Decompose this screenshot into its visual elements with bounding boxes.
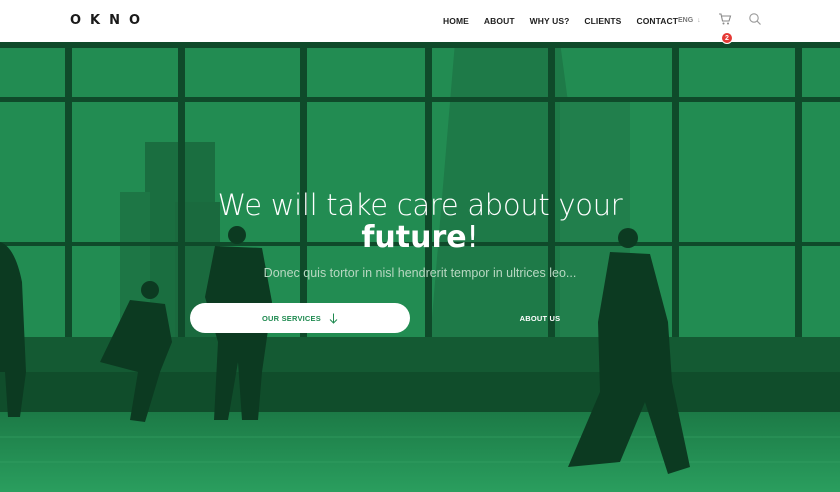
our-services-label: OUR SERVICES	[262, 313, 321, 323]
cart-icon[interactable]	[718, 12, 734, 28]
nav-about[interactable]: ABOUT	[484, 16, 515, 26]
nav-clients[interactable]: CLIENTS	[584, 16, 621, 26]
hero-headline-bold: future	[361, 220, 467, 255]
nav-why-us[interactable]: WHY US?	[530, 16, 570, 26]
language-label: ENG	[678, 17, 694, 24]
hero-subtitle: Donec quis tortor in nisl hendrerit temp…	[263, 266, 577, 280]
chevron-down-icon: ↓	[697, 17, 701, 24]
about-us-label: ABOUT US	[519, 313, 561, 323]
main-nav: HOME ABOUT WHY US? CLIENTS CONTACT	[443, 16, 693, 26]
logo[interactable]: OKNO	[70, 13, 149, 28]
our-services-button[interactable]: OUR SERVICES	[190, 303, 410, 333]
cart-count-badge: 2	[721, 32, 733, 44]
hero-headline-end: !	[466, 220, 479, 255]
site-header: OKNO HOME ABOUT WHY US? CLIENTS CONTACT …	[0, 0, 840, 42]
nav-home[interactable]: HOME	[443, 16, 469, 26]
about-us-button[interactable]: ABOUT US	[430, 303, 650, 333]
nav-contact[interactable]: CONTACT	[636, 16, 678, 26]
search-icon[interactable]	[748, 12, 762, 26]
hero-headline: We will take care about your	[217, 188, 623, 222]
hero-section: We will take care about your future! Don…	[0, 42, 840, 492]
arrow-down-icon	[329, 313, 338, 324]
hero-headline-emphasis: future!	[0, 220, 840, 255]
language-selector[interactable]: ENG ↓	[678, 17, 701, 24]
